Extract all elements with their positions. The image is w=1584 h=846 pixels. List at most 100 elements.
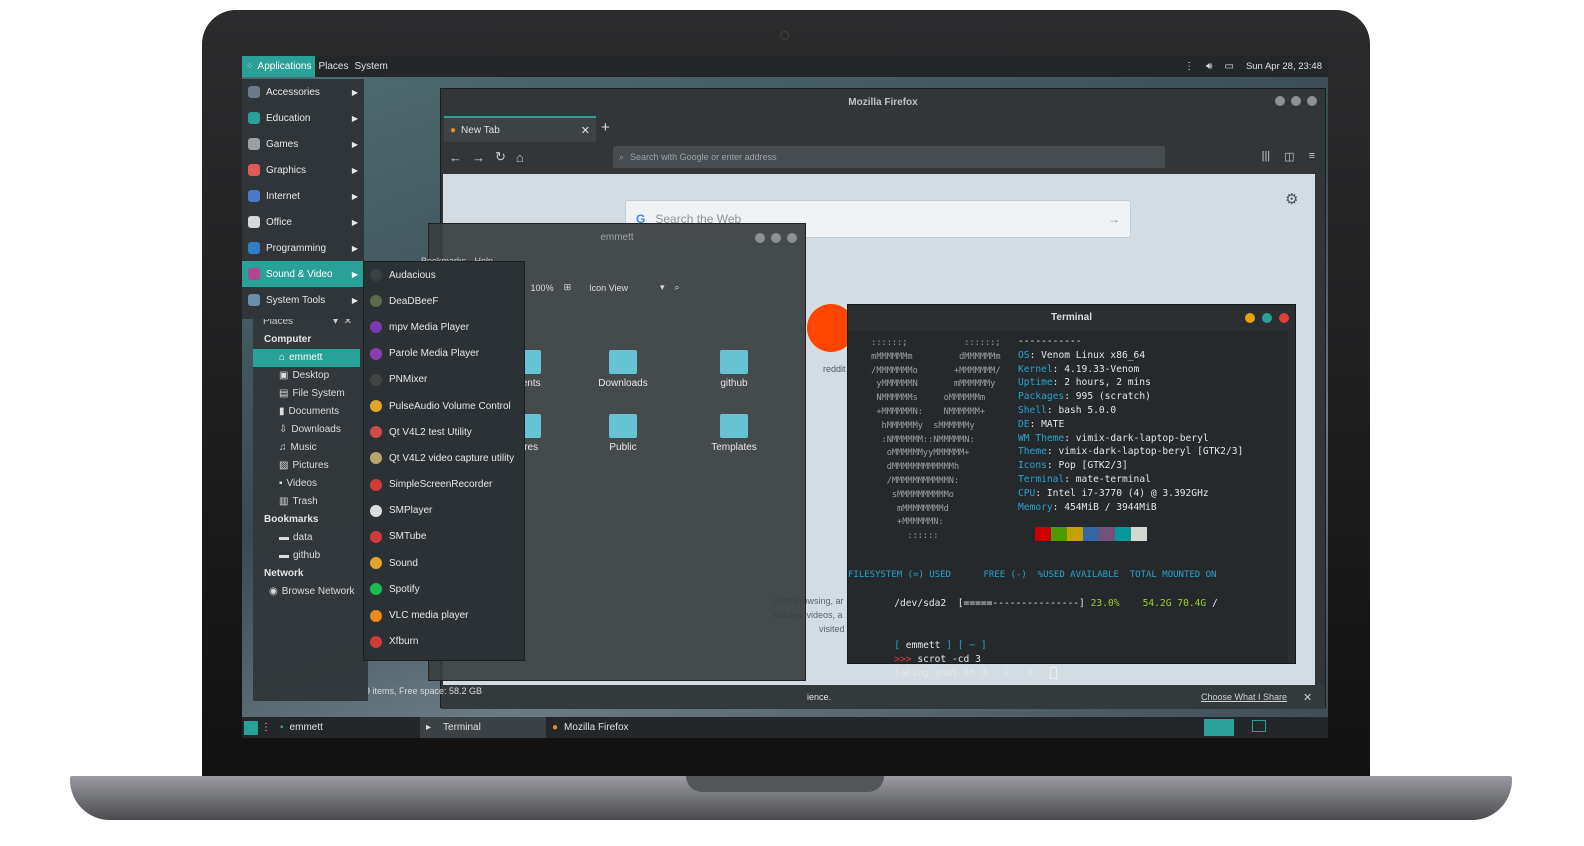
sidebar-item-browse-network[interactable]: ◉ Browse Network bbox=[253, 583, 368, 601]
sidebar-item-data[interactable]: ▬ data bbox=[253, 529, 368, 547]
submenu-item-pnmixer[interactable]: PNMixer bbox=[364, 367, 524, 393]
chevron-down-icon[interactable]: ▾ bbox=[660, 282, 665, 293]
sidebar-item-music[interactable]: ♫ Music bbox=[253, 439, 368, 457]
submenu-item-label: PNMixer bbox=[389, 374, 428, 386]
settings-gear-icon[interactable]: ⚙ bbox=[1285, 190, 1298, 208]
search-icon[interactable]: ⌕ bbox=[675, 282, 680, 293]
menu-item-system-tools[interactable]: System Tools ▶ bbox=[242, 287, 364, 313]
zoom-in-icon[interactable]: ⊞ bbox=[564, 282, 572, 293]
video-icon: ▪ bbox=[279, 478, 283, 489]
go-arrow-icon[interactable]: → bbox=[1108, 212, 1120, 226]
sidebar-item-documents[interactable]: ▮ Documents bbox=[253, 403, 368, 421]
sidebar-item-emmett[interactable]: ⌂ emmett bbox=[253, 349, 360, 367]
sidebar-item-desktop[interactable]: ▣ Desktop bbox=[253, 367, 368, 385]
hamburger-menu-icon[interactable]: ≡ bbox=[1309, 150, 1315, 163]
maximize-button[interactable] bbox=[771, 233, 781, 243]
submenu-item-deadbeef[interactable]: DeaDBeeF bbox=[364, 288, 524, 314]
close-button[interactable] bbox=[1307, 96, 1317, 106]
df-row: /dev/sda2 [=====---------------] 23.0% 5… bbox=[894, 597, 1218, 609]
view-select[interactable]: Icon View bbox=[589, 283, 628, 293]
menu-item-programming[interactable]: Programming ▶ bbox=[242, 235, 364, 261]
info-line: WM Theme: vimix-dark-laptop-beryl bbox=[1018, 432, 1209, 444]
submenu-item-smplayer[interactable]: SMPlayer bbox=[364, 498, 524, 524]
submenu-item-sound[interactable]: Sound bbox=[364, 550, 524, 576]
palette-swatch bbox=[1083, 527, 1099, 541]
menu-item-education[interactable]: Education ▶ bbox=[242, 105, 364, 131]
menu-item-games[interactable]: Games ▶ bbox=[242, 131, 364, 157]
submenu-item-xfburn[interactable]: Xfburn bbox=[364, 629, 524, 655]
show-desktop-button[interactable] bbox=[244, 720, 258, 735]
accessories-icon bbox=[248, 86, 260, 98]
close-button[interactable] bbox=[1279, 313, 1289, 323]
places-sidebar: Places ▾ ✕ Computer ⌂ emmett ▣ Desktop ▤ Fil… bbox=[253, 311, 368, 701]
menu-item-internet[interactable]: Internet ▶ bbox=[242, 183, 364, 209]
minimize-button[interactable] bbox=[755, 233, 765, 243]
submenu-item-qt-v4l2-test-utility[interactable]: Qt V4L2 test Utility bbox=[364, 419, 524, 445]
folder-public[interactable]: Public bbox=[595, 414, 651, 453]
url-bar[interactable]: ⌕ Search with Google or enter address bbox=[613, 146, 1165, 168]
applications-menu-button[interactable]: ⁘ Applications bbox=[242, 56, 316, 77]
submenu-item-label: Qt V4L2 test Utility bbox=[389, 426, 472, 438]
menu-item-sound-video[interactable]: Sound & Video ▶ bbox=[242, 261, 364, 287]
tab-new-tab[interactable]: ● New Tab ✕ bbox=[444, 116, 596, 142]
submenu-item-smtube[interactable]: SMTube bbox=[364, 524, 524, 550]
close-tab-icon[interactable]: ✕ bbox=[581, 124, 590, 137]
task-firefox[interactable]: ● Mozilla Firefox bbox=[546, 717, 635, 738]
minimize-button[interactable] bbox=[1275, 96, 1285, 106]
sidebar-item-videos[interactable]: ▪ Videos bbox=[253, 475, 368, 493]
firefox-window-controls bbox=[1275, 96, 1317, 106]
submenu-item-label: DeaDBeeF bbox=[389, 295, 439, 307]
library-icon[interactable]: ||| bbox=[1262, 150, 1271, 163]
sidebar-item-file-system[interactable]: ▤ File System bbox=[253, 385, 368, 403]
sidebar-item-trash[interactable]: ▥ Trash bbox=[253, 493, 368, 511]
system-menu-button[interactable]: System bbox=[351, 61, 390, 72]
submenu-item-pulseaudio-volume-control[interactable]: PulseAudio Volume Control bbox=[364, 393, 524, 419]
qt-v4l2-capture-icon bbox=[370, 452, 382, 465]
maximize-button[interactable] bbox=[1291, 96, 1301, 106]
menu-item-label: Internet bbox=[266, 190, 300, 202]
task-terminal[interactable]: ▸ Terminal bbox=[420, 717, 546, 738]
sidebar-icon[interactable]: ◫ bbox=[1284, 150, 1294, 163]
submenu-item-audacious[interactable]: Audacious bbox=[364, 262, 524, 288]
clock[interactable]: Sun Apr 28, 23:48 bbox=[1243, 61, 1325, 72]
sidebar-item-github[interactable]: ▬ github bbox=[253, 547, 368, 565]
submenu-item-mpv-media-player[interactable]: mpv Media Player bbox=[364, 314, 524, 340]
forward-icon[interactable]: → bbox=[472, 150, 485, 165]
workspace-1[interactable] bbox=[1204, 719, 1234, 736]
chevron-right-icon: ▶ bbox=[351, 243, 358, 253]
info-line: Icons: Pop [GTK2/3] bbox=[1018, 460, 1128, 472]
folder-github[interactable]: github bbox=[706, 350, 762, 389]
sidebar-item-pictures[interactable]: ▨ Pictures bbox=[253, 457, 368, 475]
folder-downloads[interactable]: Downloads bbox=[595, 350, 651, 389]
new-tab-button[interactable]: + bbox=[601, 119, 610, 136]
maximize-button[interactable] bbox=[1262, 313, 1272, 323]
chevron-right-icon: ▶ bbox=[351, 87, 358, 97]
home-icon[interactable]: ⌂ bbox=[516, 150, 524, 165]
close-button[interactable] bbox=[787, 233, 797, 243]
minimize-button[interactable] bbox=[1245, 313, 1255, 323]
task-emmett[interactable]: ▪ emmett bbox=[274, 717, 420, 738]
choose-what-i-share-button[interactable]: Choose What I Share bbox=[1201, 692, 1287, 702]
submenu-item-spotify[interactable]: Spotify bbox=[364, 576, 524, 602]
submenu-item-qt-v4l2-video-capture-utility[interactable]: Qt V4L2 video capture utility bbox=[364, 445, 524, 471]
display-icon[interactable]: ▭ bbox=[1221, 61, 1236, 72]
menu-item-graphics[interactable]: Graphics ▶ bbox=[242, 157, 364, 183]
sidebar-item-downloads[interactable]: ⇩ Downloads bbox=[253, 421, 368, 439]
terminal-output[interactable]: ::::::; ::::::; mMMMMMMm dMMMMMMm /MMMMM… bbox=[848, 331, 1288, 679]
menu-dots-icon[interactable]: ⋮ bbox=[1181, 61, 1197, 72]
menu-item-accessories[interactable]: Accessories ▶ bbox=[242, 79, 364, 105]
places-menu-button[interactable]: Places bbox=[315, 61, 351, 72]
search-icon: ⌕ bbox=[619, 151, 625, 162]
folder-templates[interactable]: Templates bbox=[706, 414, 762, 453]
workspace-2[interactable] bbox=[1252, 720, 1266, 732]
close-notice-icon[interactable]: ✕ bbox=[1303, 691, 1312, 704]
reload-icon[interactable]: ↻ bbox=[495, 149, 506, 165]
volume-icon[interactable]: 🔊︎ bbox=[1203, 61, 1215, 72]
submenu-item-parole-media-player[interactable]: Parole Media Player bbox=[364, 341, 524, 367]
info-line: Memory: 454MiB / 3944MiB bbox=[1018, 501, 1157, 513]
menu-item-office[interactable]: Office ▶ bbox=[242, 209, 364, 235]
spotify-icon bbox=[370, 583, 382, 596]
back-icon[interactable]: ← bbox=[449, 150, 462, 165]
submenu-item-vlc-media-player[interactable]: VLC media player bbox=[364, 602, 524, 628]
submenu-item-simplescreenrecorder[interactable]: SimpleScreenRecorder bbox=[364, 472, 524, 498]
